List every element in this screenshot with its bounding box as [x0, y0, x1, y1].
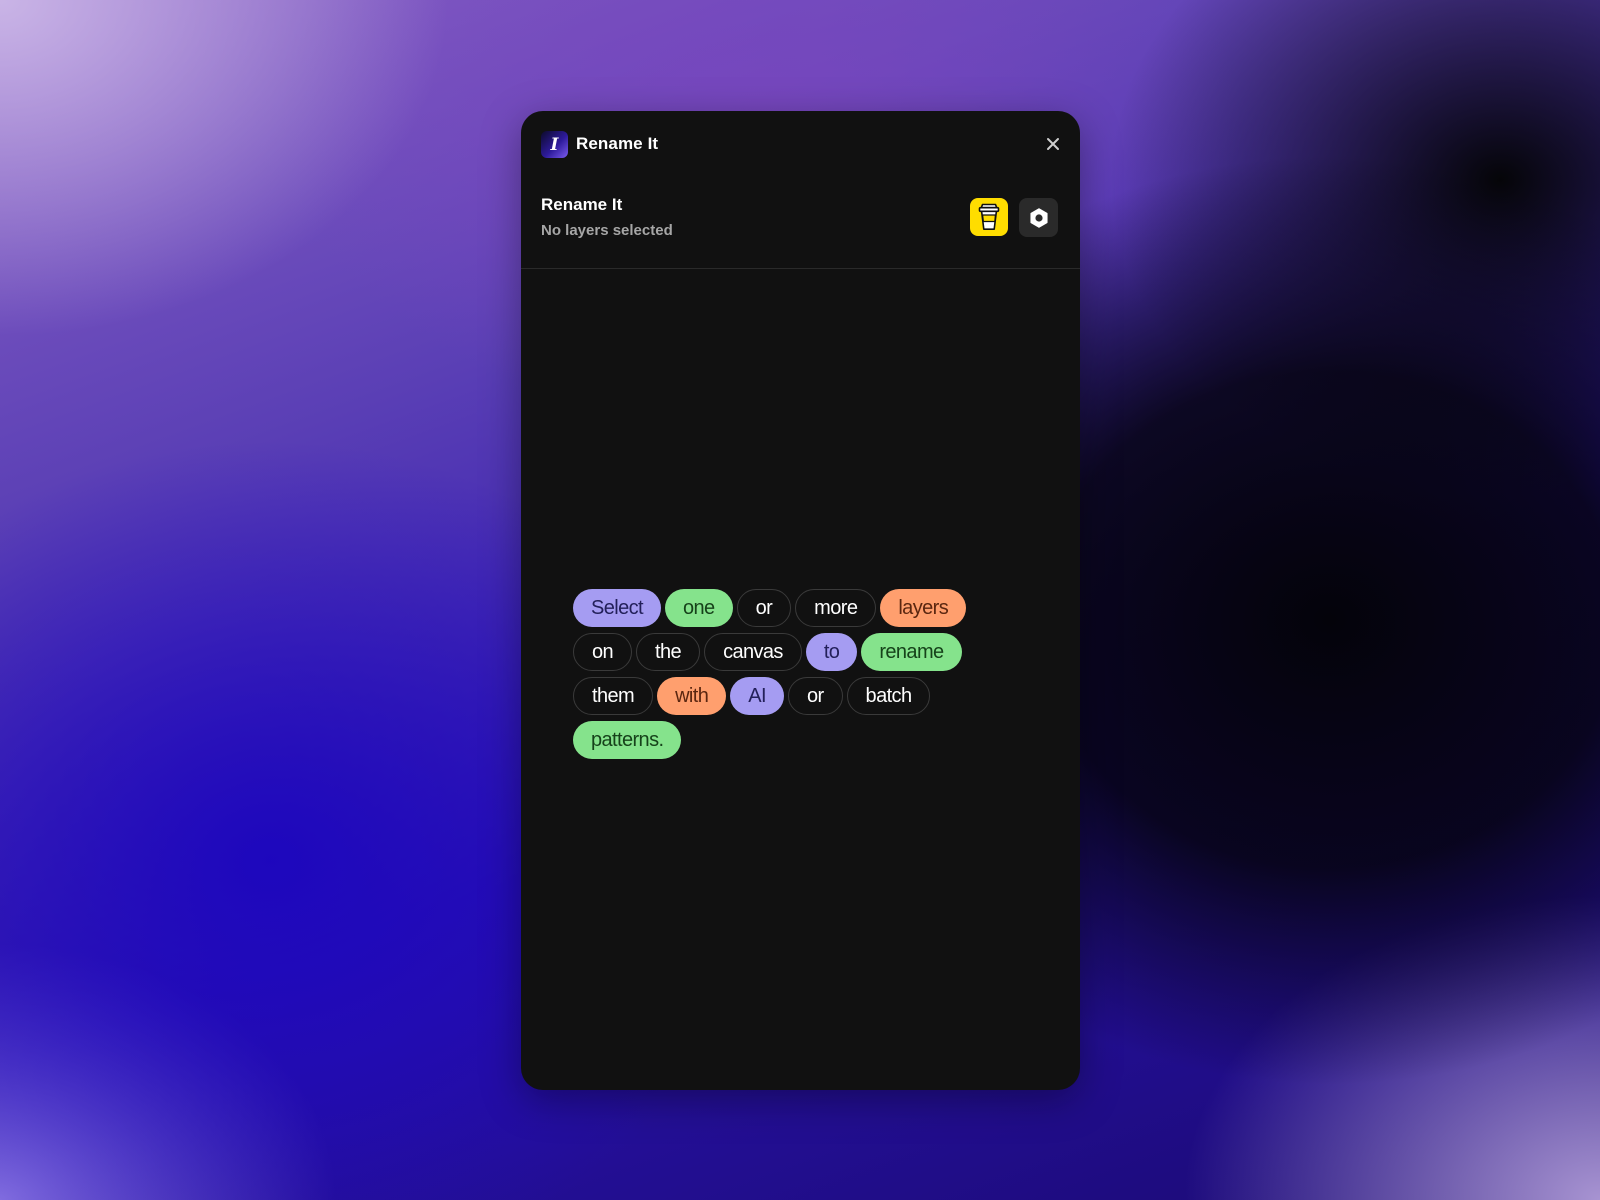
word-pill: them: [573, 677, 654, 715]
word-pill: AI: [730, 677, 784, 715]
close-button[interactable]: [1042, 133, 1064, 155]
plugin-header: Rename It No layers selected: [521, 177, 1080, 269]
word-pill: with: [657, 677, 727, 715]
word-pill: more: [795, 589, 877, 627]
word-pill: or: [787, 677, 843, 715]
settings-button[interactable]: [1019, 198, 1058, 237]
app-icon-glyph: I: [550, 134, 559, 155]
word-pill: Select: [573, 589, 661, 627]
word-pill: to: [805, 633, 858, 671]
word-pill: patterns.: [573, 721, 682, 759]
titlebar: I Rename It: [521, 111, 1080, 177]
window-title: Rename It: [576, 134, 659, 153]
buy-me-a-coffee-button[interactable]: [970, 198, 1008, 236]
coffee-cup-icon: [978, 203, 1000, 230]
empty-state-message: Select one or more layers on the canvas to rename…: [573, 589, 993, 759]
rename-it-logo-icon: I: [541, 131, 568, 158]
plugin-window: I Rename It Rename It No layers selected: [521, 111, 1080, 1090]
word-pill: on: [573, 633, 633, 671]
selection-status: No layers selected: [541, 222, 673, 239]
word-pill: or: [736, 589, 792, 627]
word-pill: one: [665, 589, 733, 627]
word-pill: canvas: [704, 633, 802, 671]
word-pill: layers: [880, 589, 967, 627]
plugin-title: Rename It: [541, 195, 623, 214]
word-pill: batch: [846, 677, 931, 715]
hexagon-settings-icon: [1029, 207, 1048, 228]
word-pill: rename: [861, 633, 962, 671]
word-pill: the: [636, 633, 701, 671]
desktop-background: { "window": { "title": "Rename It", "app…: [0, 0, 1600, 1200]
close-icon: [1047, 138, 1059, 150]
